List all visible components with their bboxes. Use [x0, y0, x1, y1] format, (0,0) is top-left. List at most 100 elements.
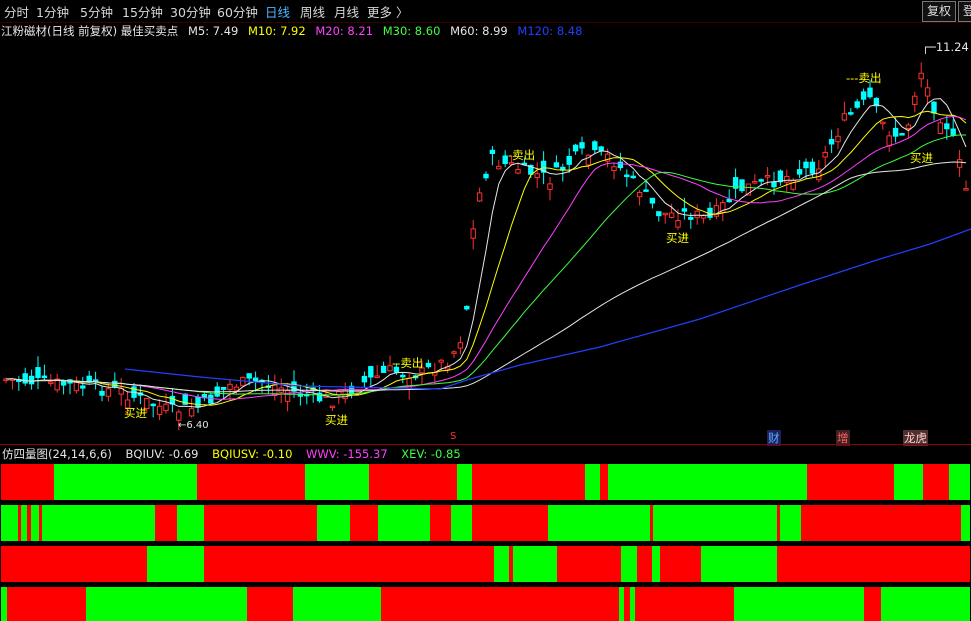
indicator-band-row-2 [155, 505, 177, 541]
tab-weekly[interactable]: 周线 [300, 2, 325, 21]
candle-body [611, 166, 617, 172]
candle-body [636, 191, 643, 198]
indicator-band-row-2 [204, 505, 317, 541]
candle-body [854, 101, 860, 108]
indicator-band-row-3 [494, 546, 509, 582]
restore-rights-button[interactable]: 复权 [922, 1, 956, 22]
candle-body [464, 305, 470, 310]
candlestick-chart[interactable] [0, 39, 971, 445]
candle-body [918, 72, 924, 80]
tab-30min[interactable]: 30分钟 [170, 2, 211, 21]
indicator-band-row-4 [734, 587, 864, 621]
candle-body [112, 380, 118, 388]
indicator-title: 仿四量图(24,14,6,6) [2, 447, 112, 461]
wwv-value: WWV: -155.37 [306, 447, 388, 461]
candle-body [867, 87, 873, 98]
candle-body [796, 169, 803, 175]
tab-15min[interactable]: 15分钟 [122, 2, 163, 21]
tab-more[interactable]: 更多 〉 [367, 2, 408, 21]
candle-body [803, 161, 809, 169]
candle-body [630, 175, 636, 179]
candle-body [816, 168, 822, 181]
indicator-band-row-2 [39, 505, 42, 541]
candle-body [496, 165, 502, 170]
candle-body [963, 188, 969, 191]
ma60-value: M60: 8.99 [450, 24, 508, 38]
ma-line-120 [124, 228, 971, 390]
candle-body [489, 149, 496, 155]
candle-body [502, 155, 508, 165]
candle-body [374, 375, 380, 378]
candle-body [80, 385, 86, 389]
indicator-band-row-2 [961, 505, 970, 541]
indicator-band-row-2 [472, 505, 548, 541]
indicator-band-row-4 [7, 587, 22, 621]
indicator-band-row-2 [451, 505, 472, 541]
ma20-value: M20: 8.21 [315, 24, 374, 38]
indicator-band-row-4 [864, 587, 881, 621]
candle-body [784, 176, 790, 183]
indicator-band-row-2 [801, 505, 961, 541]
indicator-band-row-3 [513, 546, 557, 582]
candle-body [892, 127, 899, 137]
candle-body [880, 121, 886, 125]
ma-info-line: 江粉磁材(日线 前复权) 最佳买卖点 M5: 7.49 M10: 7.92 M2… [0, 23, 588, 39]
candle-body [566, 155, 572, 165]
candle-body [886, 135, 892, 147]
indicator-band-row-2 [350, 505, 378, 541]
ma120-value: M120: 8.48 [517, 24, 583, 38]
indicator-band-row-2 [780, 505, 801, 541]
ma5-value: M5: 7.49 [187, 24, 239, 38]
candle-body [451, 351, 457, 354]
candle-body [944, 123, 950, 130]
indicator-band-row-2 [653, 505, 777, 541]
indicator-bars[interactable] [0, 462, 971, 621]
candle-body [809, 161, 816, 174]
indicator-band-row-4 [86, 587, 247, 621]
candle-body [150, 403, 156, 407]
candle-body [899, 133, 905, 136]
candle-body [598, 146, 604, 152]
sell-signal-label: ---卖出 [846, 71, 882, 85]
indicator-band-row-1 [608, 464, 807, 500]
candle-body [764, 175, 771, 178]
candle-body [368, 366, 374, 378]
candle-body [624, 174, 630, 178]
tab-monthly[interactable]: 月线 [334, 2, 359, 21]
login-button[interactable]: 登 [958, 1, 971, 22]
indicator-band-row-3 [557, 546, 621, 582]
panel-divider [0, 444, 971, 445]
candle-body [656, 211, 662, 217]
candle-body [860, 91, 867, 100]
tab-1min[interactable]: 1分钟 [36, 2, 69, 21]
tab-60min[interactable]: 60分钟 [217, 2, 258, 21]
indicator-band-row-3 [147, 546, 204, 582]
candle-body [208, 394, 214, 404]
indicator-band-row-2 [31, 505, 39, 541]
tab-intraday[interactable]: 分时 [4, 2, 29, 21]
candle-body [176, 411, 182, 421]
indicator-band-row-1 [894, 464, 923, 500]
candle-body [470, 228, 476, 239]
indicator-band-row-4 [381, 587, 619, 621]
candle-body [643, 189, 649, 192]
candle-body [163, 403, 169, 412]
indicator-band-row-3 [777, 546, 970, 582]
indicator-band-row-3 [660, 546, 701, 582]
candle-body [361, 375, 368, 383]
indicator-band-row-1 [369, 464, 457, 500]
xev-value: XEV: -0.85 [401, 447, 461, 461]
candle-body [758, 179, 764, 182]
candle-body [828, 138, 835, 145]
indicator-band-row-1 [457, 464, 472, 500]
indicator-band-row-1 [807, 464, 894, 500]
indicator-band-row-4 [619, 587, 624, 621]
indicator-band-row-3 [652, 546, 660, 582]
candle-body [937, 122, 944, 135]
indicator-band-row-1 [54, 464, 197, 500]
candle-body [425, 362, 432, 368]
tab-daily[interactable]: 日线 [265, 2, 290, 21]
tab-5min[interactable]: 5分钟 [80, 2, 113, 21]
candle-body [60, 380, 67, 386]
candle-body [668, 212, 675, 218]
